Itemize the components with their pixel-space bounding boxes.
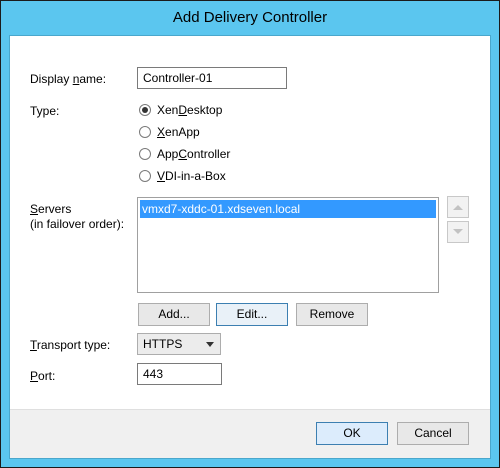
- display-name-label: Display name:: [30, 72, 107, 86]
- transport-type-select[interactable]: HTTPS: [137, 333, 221, 355]
- radio-xenapp[interactable]: XenApp: [139, 124, 200, 140]
- ok-button[interactable]: OK: [316, 422, 388, 445]
- move-up-button[interactable]: [447, 196, 469, 218]
- edit-server-button[interactable]: Edit...: [216, 303, 288, 326]
- chevron-down-icon: [206, 342, 214, 347]
- radio-vdi-in-a-box[interactable]: VDI-in-a-Box: [139, 168, 226, 184]
- display-name-input[interactable]: Controller-01: [137, 67, 287, 89]
- dialog-title: Add Delivery Controller: [172, 9, 328, 26]
- servers-label: Servers: [30, 202, 72, 216]
- servers-listbox[interactable]: vmxd7-xddc-01.xdseven.local: [137, 197, 439, 293]
- radio-xendesktop[interactable]: XenDesktop: [139, 102, 222, 118]
- arrow-up-icon: [453, 205, 463, 210]
- radio-selected-indicator: [139, 104, 151, 116]
- radio-indicator: [139, 126, 151, 138]
- add-server-button[interactable]: Add...: [138, 303, 210, 326]
- radio-appcontroller[interactable]: AppController: [139, 146, 230, 162]
- dialog-client-area: Display name: Controller-01 Type: XenDes…: [9, 35, 491, 459]
- radio-indicator: [139, 170, 151, 182]
- cancel-button[interactable]: Cancel: [397, 422, 469, 445]
- radio-indicator: [139, 148, 151, 160]
- move-down-button[interactable]: [447, 221, 469, 243]
- remove-server-button[interactable]: Remove: [296, 303, 368, 326]
- servers-sublabel: (in failover order):: [30, 217, 125, 231]
- dialog-footer: OK Cancel: [10, 409, 490, 458]
- port-input[interactable]: 443: [137, 363, 222, 385]
- dialog-window: Add Delivery Controller Display name: Co…: [0, 0, 500, 468]
- arrow-down-icon: [453, 229, 463, 234]
- list-item[interactable]: vmxd7-xddc-01.xdseven.local: [140, 200, 436, 218]
- type-label: Type:: [30, 104, 60, 118]
- port-label: Port:: [30, 369, 56, 383]
- transport-type-label: Transport type:: [30, 338, 111, 352]
- transport-type-value: HTTPS: [143, 337, 183, 351]
